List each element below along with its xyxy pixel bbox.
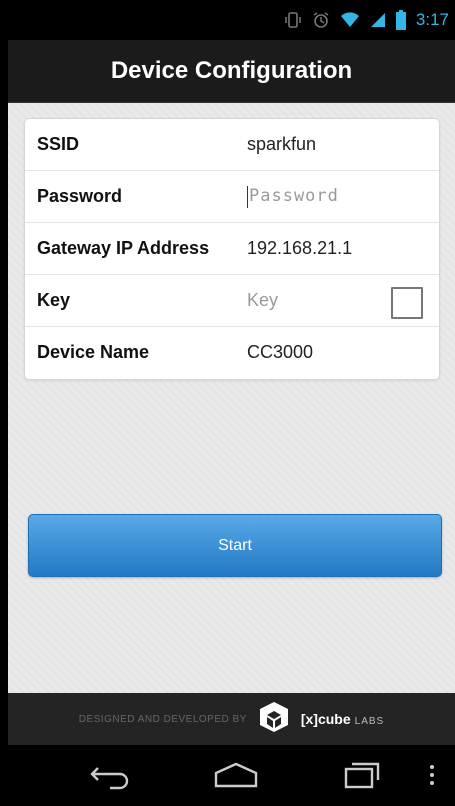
password-label: Password [37, 186, 123, 206]
gateway-row: Gateway IP Address 192.168.21.1 [25, 223, 439, 275]
status-icons: 3:17 [284, 10, 449, 30]
gateway-ip-field[interactable]: 192.168.21.1 [247, 238, 352, 259]
back-icon[interactable] [86, 760, 132, 790]
password-field[interactable]: Password [247, 185, 339, 208]
ssid-field[interactable]: sparkfun [247, 134, 316, 155]
status-time: 3:17 [415, 10, 449, 29]
footer-credits: DESIGNED AND DEVELOPED BY [x]cube LABS [8, 693, 455, 745]
text-cursor [247, 185, 248, 208]
wifi-icon [340, 11, 360, 29]
recent-apps-icon[interactable] [342, 760, 382, 790]
password-placeholder: Password [249, 186, 339, 207]
device-name-row: Device Name CC3000 [25, 327, 439, 378]
signal-icon [370, 11, 386, 29]
key-label: Key [37, 290, 71, 310]
ssid-row: SSID sparkfun [25, 119, 439, 171]
app-screen: 3:17 Device Configuration SSID sparkfun … [8, 0, 455, 806]
status-bar: 3:17 [8, 0, 455, 40]
battery-icon [395, 10, 406, 30]
home-icon[interactable] [212, 760, 260, 790]
config-form: SSID sparkfun Password Password Gateway … [24, 118, 440, 380]
key-row: Key Key [25, 275, 439, 327]
alarm-icon [312, 11, 330, 29]
device-name-label: Device Name [37, 342, 150, 362]
start-button[interactable]: Start [28, 514, 442, 577]
menu-icon[interactable] [428, 760, 436, 790]
footer-credit-text: DESIGNED AND DEVELOPED BY [78, 713, 247, 725]
footer-brand-name: [x]cube [300, 711, 351, 727]
vibrate-icon [284, 11, 302, 29]
password-row: Password Password [25, 171, 439, 223]
gateway-label: Gateway IP Address [37, 238, 210, 258]
navigation-bar [8, 745, 455, 806]
footer-brand: [x]cube LABS [301, 711, 384, 727]
key-field[interactable]: Key [247, 290, 278, 311]
ssid-label: SSID [37, 134, 80, 154]
xcube-logo-icon [257, 700, 291, 739]
page-title: Device Configuration [8, 40, 455, 103]
key-checkbox[interactable] [391, 287, 423, 319]
footer-brand-suffix: LABS [354, 716, 385, 727]
device-name-field[interactable]: CC3000 [247, 342, 313, 363]
